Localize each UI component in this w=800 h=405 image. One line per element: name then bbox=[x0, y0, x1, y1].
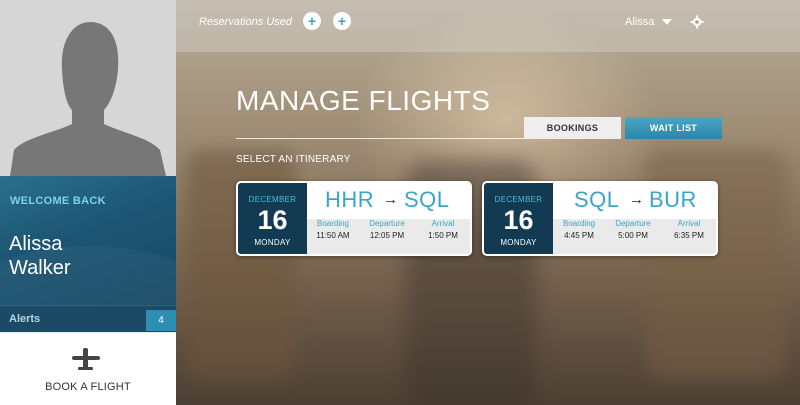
alerts-count-badge: 4 bbox=[146, 310, 176, 331]
times-row: Boarding 11:50 AM Departure 12:05 PM Arr… bbox=[307, 219, 470, 254]
times-row: Boarding 4:45 PM Departure 5:00 PM Arriv… bbox=[553, 219, 716, 254]
arrival-label: Arrival bbox=[431, 219, 455, 228]
tab-wait-list[interactable]: WAIT LIST bbox=[625, 117, 722, 139]
boarding-column: Boarding 11:50 AM bbox=[313, 219, 353, 240]
date-block: DECEMBER 16 MONDAY bbox=[238, 183, 307, 254]
select-itinerary-label: SELECT AN ITINERARY bbox=[236, 154, 351, 165]
book-flight-label: BOOK A FLIGHT bbox=[45, 381, 131, 393]
page-title: MANAGE FLIGHTS bbox=[236, 85, 491, 116]
arrival-column: Arrival 6:35 PM bbox=[669, 219, 709, 240]
tab-bookings[interactable]: BOOKINGS bbox=[524, 117, 621, 139]
departure-time: 5:00 PM bbox=[618, 231, 648, 240]
date-month: DECEMBER bbox=[494, 195, 543, 204]
date-weekday: MONDAY bbox=[500, 238, 537, 247]
date-day: 16 bbox=[257, 205, 288, 235]
welcome-panel: WELCOME BACK Alissa Walker bbox=[0, 176, 176, 305]
top-bar: Reservations Used + + Alissa bbox=[176, 0, 800, 52]
avatar[interactable] bbox=[0, 0, 176, 176]
boarding-label: Boarding bbox=[562, 219, 596, 228]
sidebar: WELCOME BACK Alissa Walker Alerts 4 BOOK… bbox=[0, 0, 176, 405]
alerts-label: Alerts bbox=[9, 313, 41, 325]
plus-icon[interactable]: + bbox=[303, 12, 321, 30]
plus-icon[interactable]: + bbox=[333, 12, 351, 30]
destination-code: BUR bbox=[649, 187, 697, 212]
user-first-name: Alissa bbox=[9, 233, 63, 255]
departure-column: Departure 5:00 PM bbox=[609, 219, 657, 240]
boarding-column: Boarding 4:45 PM bbox=[559, 219, 599, 240]
date-block: DECEMBER 16 MONDAY bbox=[484, 183, 553, 254]
user-last-name: Walker bbox=[9, 257, 71, 279]
itinerary-card[interactable]: DECEMBER 16 MONDAY SQL → BUR Boarding 4:… bbox=[482, 181, 718, 256]
welcome-label: WELCOME BACK bbox=[10, 195, 106, 207]
departure-time: 12:05 PM bbox=[369, 231, 405, 240]
destination-code: SQL bbox=[404, 187, 450, 212]
user-full-name: Alissa Walker bbox=[9, 232, 169, 280]
reservations-used-label: Reservations Used bbox=[199, 16, 292, 28]
departure-column: Departure 12:05 PM bbox=[363, 219, 411, 240]
departure-label: Departure bbox=[369, 219, 405, 228]
arrival-time: 1:50 PM bbox=[428, 231, 458, 240]
title-divider bbox=[236, 138, 526, 139]
departure-label: Departure bbox=[615, 219, 651, 228]
arrow-right-icon: → bbox=[383, 191, 398, 208]
book-flight-button[interactable]: BOOK A FLIGHT bbox=[0, 333, 176, 405]
origin-code: SQL bbox=[574, 187, 620, 212]
airplane-icon bbox=[72, 348, 100, 370]
arrow-right-icon: → bbox=[629, 191, 644, 208]
user-silhouette-icon bbox=[0, 0, 176, 176]
gear-icon[interactable] bbox=[690, 15, 704, 29]
date-day: 16 bbox=[503, 205, 534, 235]
itinerary-card[interactable]: DECEMBER 16 MONDAY HHR → SQL Boarding 11… bbox=[236, 181, 472, 256]
arrival-label: Arrival bbox=[677, 219, 701, 228]
boarding-time: 4:45 PM bbox=[564, 231, 594, 240]
arrival-time: 6:35 PM bbox=[674, 231, 704, 240]
main-content: Reservations Used + + Alissa MANAGE FLIG… bbox=[176, 0, 800, 405]
user-menu[interactable]: Alissa bbox=[625, 16, 654, 28]
date-month: DECEMBER bbox=[248, 195, 297, 204]
route: HHR → SQL bbox=[307, 183, 470, 219]
route: SQL → BUR bbox=[553, 183, 716, 219]
alerts-row[interactable]: Alerts 4 bbox=[0, 305, 176, 332]
caret-down-icon[interactable] bbox=[662, 19, 672, 25]
origin-code: HHR bbox=[325, 187, 375, 212]
arrival-column: Arrival 1:50 PM bbox=[423, 219, 463, 240]
boarding-time: 11:50 AM bbox=[316, 231, 350, 240]
date-weekday: MONDAY bbox=[254, 238, 291, 247]
boarding-label: Boarding bbox=[316, 219, 350, 228]
